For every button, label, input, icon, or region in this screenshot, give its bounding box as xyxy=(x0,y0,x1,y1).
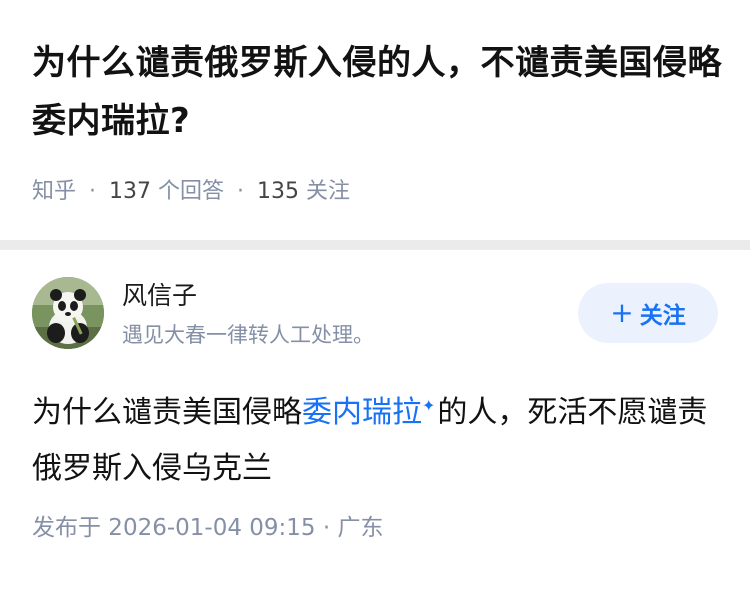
follower-count: 135 xyxy=(257,179,300,204)
author-name[interactable]: 风信子 xyxy=(122,280,197,312)
location: 广东 xyxy=(337,515,384,541)
topic-link[interactable]: 委内瑞拉 xyxy=(302,395,422,430)
answer-card: 风信子 遇见大春一律转人工处理。 + 关注 为什么谴责美国侵略委内瑞拉✦的人，死… xyxy=(0,250,750,605)
answer-count-label[interactable]: 个回答 xyxy=(158,179,224,204)
meta-separator: · xyxy=(237,179,245,204)
meta-separator: · xyxy=(322,515,331,541)
follow-button[interactable]: + 关注 xyxy=(578,283,718,343)
publish-time: 发布于 2026-01-04 09:15 xyxy=(32,515,316,541)
sparkle-icon: ✦ xyxy=(422,396,436,415)
source-label[interactable]: 知乎 xyxy=(32,179,76,204)
answer-count: 137 xyxy=(109,179,152,204)
question-title[interactable]: 为什么谴责俄罗斯入侵的人，不谴责美国侵略委内瑞拉? xyxy=(32,34,722,150)
follower-count-label: 关注 xyxy=(306,179,351,204)
author-avatar[interactable] xyxy=(32,277,104,349)
question-meta: 知乎 · 137 个回答 · 135 关注 xyxy=(32,176,350,208)
answer-text: 为什么谴责美国侵略 xyxy=(32,395,302,430)
follow-button-label: 关注 xyxy=(639,303,686,329)
panda-avatar-image xyxy=(32,277,104,349)
author-bio: 遇见大春一律转人工处理。 xyxy=(122,323,374,347)
answer-meta: 发布于 2026-01-04 09:15 · 广东 xyxy=(32,512,384,544)
answer-body[interactable]: 为什么谴责美国侵略委内瑞拉✦的人，死活不愿谴责俄罗斯入侵乌克兰 xyxy=(32,378,722,497)
plus-icon: + xyxy=(610,296,634,329)
meta-separator: · xyxy=(89,179,97,204)
question-card: 为什么谴责俄罗斯入侵的人，不谴责美国侵略委内瑞拉? 知乎 · 137 个回答 ·… xyxy=(0,0,750,240)
